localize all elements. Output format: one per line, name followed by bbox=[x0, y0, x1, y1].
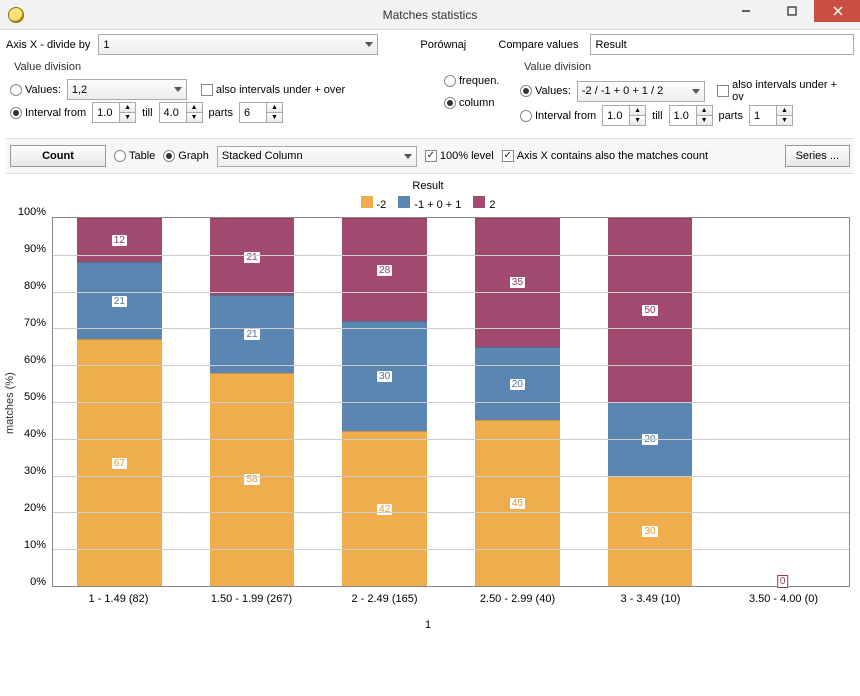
right-values-radio[interactable]: Values: bbox=[520, 85, 571, 97]
minimize-button[interactable] bbox=[722, 0, 768, 22]
series-button[interactable]: Series ... bbox=[785, 145, 850, 167]
right-also-intervals-check[interactable]: also intervals under + ov bbox=[717, 79, 850, 103]
compare-column-radio[interactable]: column bbox=[444, 97, 494, 109]
y-axis: 100%90%80%70%60%50%40%30%20%10%0% bbox=[6, 217, 52, 587]
table-radio[interactable]: Table bbox=[114, 150, 155, 162]
compare-panel: frequen. column bbox=[440, 57, 512, 134]
right-value-division-panel: Value division Values: -2 / -1 + 0 + 1 /… bbox=[516, 57, 854, 134]
bar-segment: 42 bbox=[342, 431, 427, 586]
left-group-title: Value division bbox=[10, 59, 432, 77]
bar-value-label: 21 bbox=[244, 329, 259, 340]
right-interval-from[interactable]: 1.0 ▲▼ bbox=[602, 105, 646, 126]
right-values-combo[interactable]: -2 / -1 + 0 + 1 / 2 bbox=[577, 81, 705, 102]
left-values-radio[interactable]: Values: bbox=[10, 84, 61, 96]
left-values-combo[interactable]: 1,2 bbox=[67, 79, 187, 100]
compare-panel-title: Porównaj bbox=[420, 39, 492, 51]
x-axis: 1 - 1.49 (82)1.50 - 1.99 (267)2 - 2.49 (… bbox=[52, 593, 850, 605]
bar-segment: 50 bbox=[608, 218, 693, 402]
left-interval-radio[interactable]: Interval from bbox=[10, 107, 86, 119]
right-parts[interactable]: 1 ▲▼ bbox=[749, 105, 793, 126]
left-interval-from[interactable]: 1.0 ▲▼ bbox=[92, 102, 136, 123]
x-tick: 1.50 - 1.99 (267) bbox=[185, 593, 318, 605]
graph-radio[interactable]: Graph bbox=[163, 150, 209, 162]
zero-label: 0 bbox=[777, 575, 789, 588]
bar-value-label: 30 bbox=[642, 526, 657, 537]
x-tick: 3 - 3.49 (10) bbox=[584, 593, 717, 605]
bar-value-label: 50 bbox=[642, 305, 657, 316]
right-group-title: Value division bbox=[520, 59, 850, 77]
left-values-sel: 1,2 bbox=[72, 84, 87, 96]
titlebar: Matches statistics bbox=[0, 0, 860, 30]
axisx-combo[interactable]: 1 bbox=[98, 34, 378, 55]
right-interval-till[interactable]: 1.0 ▲▼ bbox=[669, 105, 713, 126]
bar-value-label: 20 bbox=[510, 379, 525, 390]
chevron-down-icon bbox=[692, 89, 700, 94]
bar-value-label: 35 bbox=[510, 277, 525, 288]
x-tick: 3.50 - 4.00 (0) bbox=[717, 593, 850, 605]
left-parts[interactable]: 6 ▲▼ bbox=[239, 102, 283, 123]
bar-segment: 45 bbox=[475, 420, 560, 586]
bar-value-label: 45 bbox=[510, 498, 525, 509]
bar-value-label: 21 bbox=[244, 252, 259, 263]
bar-segment: 20 bbox=[475, 347, 560, 421]
chart-legend: -2 -1 + 0 + 1 2 bbox=[6, 196, 850, 211]
bar-segment: 58 bbox=[210, 373, 295, 586]
matches-count-check[interactable]: Axis X contains also the matches count bbox=[502, 150, 708, 162]
close-button[interactable] bbox=[814, 0, 860, 22]
bar-segment: 21 bbox=[210, 295, 295, 372]
app-icon bbox=[8, 7, 24, 23]
bar-segment: 30 bbox=[608, 476, 693, 586]
chart-title: Result bbox=[6, 180, 850, 192]
right-till-label: till bbox=[652, 110, 662, 122]
compare-values-label: Compare values bbox=[498, 39, 578, 51]
count-button[interactable]: Count bbox=[10, 145, 106, 167]
axisx-label: Axis X - divide by bbox=[6, 39, 92, 51]
chevron-down-icon bbox=[365, 42, 373, 47]
bar-value-label: 67 bbox=[112, 458, 127, 469]
chevron-down-icon bbox=[404, 154, 412, 159]
legend-0: -2 bbox=[377, 199, 387, 211]
x-tick: 2.50 - 2.99 (40) bbox=[451, 593, 584, 605]
window-buttons bbox=[722, 0, 860, 29]
chevron-down-icon bbox=[174, 87, 182, 92]
x-tick: 1 - 1.49 (82) bbox=[52, 593, 185, 605]
compare-values-value: Result bbox=[595, 39, 626, 51]
right-values-sel: -2 / -1 + 0 + 1 / 2 bbox=[582, 85, 663, 97]
left-parts-label: parts bbox=[209, 107, 233, 119]
graph-type-value: Stacked Column bbox=[222, 150, 303, 162]
legend-1: -1 + 0 + 1 bbox=[414, 199, 461, 211]
compare-values-input[interactable]: Result bbox=[590, 34, 854, 55]
bar-segment: 30 bbox=[342, 321, 427, 431]
right-parts-label: parts bbox=[719, 110, 743, 122]
left-value-division-panel: Value division Values: 1,2 also interval… bbox=[6, 57, 436, 134]
bar-value-label: 30 bbox=[377, 371, 392, 382]
compare-frequen-radio[interactable]: frequen. bbox=[444, 75, 499, 87]
maximize-button[interactable] bbox=[768, 0, 814, 22]
left-interval-till[interactable]: 4.0 ▲▼ bbox=[159, 102, 203, 123]
x-tick: 2 - 2.49 (165) bbox=[318, 593, 451, 605]
plot: 6721125821214230284520353020500 bbox=[52, 217, 850, 587]
bar-value-label: 28 bbox=[377, 265, 392, 276]
graph-type-combo[interactable]: Stacked Column bbox=[217, 146, 417, 167]
chart-area: Result -2 -1 + 0 + 1 2 matches (%) 100%9… bbox=[0, 174, 860, 692]
axisx-value: 1 bbox=[103, 39, 109, 51]
legend-2: 2 bbox=[489, 199, 495, 211]
level100-check[interactable]: 100% level bbox=[425, 150, 494, 162]
left-till-label: till bbox=[142, 107, 152, 119]
bar-segment: 28 bbox=[342, 218, 427, 321]
right-interval-radio[interactable]: Interval from bbox=[520, 110, 596, 122]
x-axis-label: 1 bbox=[6, 619, 850, 631]
bar-segment: 21 bbox=[210, 218, 295, 295]
bar-value-label: 21 bbox=[112, 296, 127, 307]
bar-value-label: 12 bbox=[112, 235, 127, 246]
left-also-intervals-check[interactable]: also intervals under + over bbox=[201, 84, 345, 96]
